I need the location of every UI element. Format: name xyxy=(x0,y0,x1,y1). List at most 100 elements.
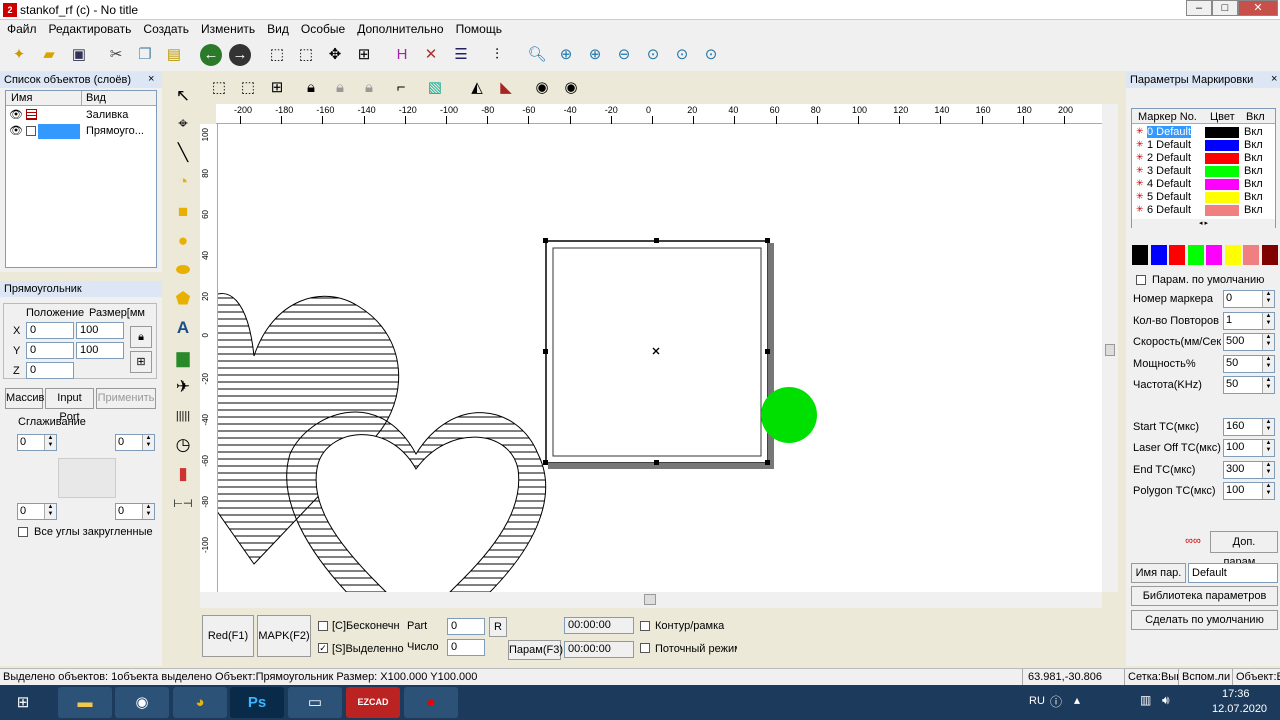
windows-start-icon[interactable]: ⊞ xyxy=(0,687,46,718)
menu-item[interactable]: Помощь xyxy=(449,20,507,36)
input-port-button[interactable]: Input Port xyxy=(45,388,94,423)
ellipse-tool-icon[interactable]: ⬬ xyxy=(170,257,196,283)
col-on[interactable]: Вкл xyxy=(1246,111,1265,123)
list-item[interactable]: 👁︎ Заливка xyxy=(6,108,156,123)
marker-color-swatch[interactable] xyxy=(1205,205,1239,216)
drawing-canvas[interactable] xyxy=(218,124,1102,592)
select-move-icon[interactable]: ✥ xyxy=(324,44,346,66)
menu-item[interactable]: Дополнительно xyxy=(350,20,448,36)
x-field[interactable]: 0 xyxy=(26,322,74,339)
palette-color[interactable] xyxy=(1206,245,1222,265)
paste-icon[interactable]: ▤ xyxy=(163,44,185,66)
layers-icon[interactable]: ▧ xyxy=(424,77,446,99)
scroll-thumb[interactable] xyxy=(644,594,656,605)
marker-on[interactable]: Вкл xyxy=(1244,204,1263,216)
select-all-icon[interactable]: ⊞ xyxy=(353,44,375,66)
marker-on[interactable]: Вкл xyxy=(1244,165,1263,177)
zoom-minus-icon[interactable]: ⊖ xyxy=(613,44,635,66)
menu-item[interactable]: Файл xyxy=(0,20,42,36)
select-group-icon[interactable]: ⬚ xyxy=(266,44,288,66)
explorer-icon[interactable]: ▬ xyxy=(58,687,112,718)
param-button[interactable]: Парам(F3) xyxy=(508,640,563,660)
marker-row[interactable]: ✳ 3 Default Вкл xyxy=(1132,165,1272,178)
marker-color-swatch[interactable] xyxy=(1205,192,1239,203)
preview-eye-icon[interactable]: ◉ xyxy=(531,77,553,99)
param-value-spin[interactable]: 0 ▲ ▼ xyxy=(1223,290,1275,308)
forward-icon[interactable]: → xyxy=(229,44,251,66)
extra-params-button[interactable]: Доп. парам... xyxy=(1210,531,1278,568)
list-icon[interactable]: ☰ xyxy=(450,44,472,66)
param-name-field[interactable]: Default xyxy=(1188,563,1278,583)
default-params-checkbox[interactable] xyxy=(1136,275,1146,285)
table-hscroll[interactable]: ◂ ▸ xyxy=(1132,219,1275,229)
save-icon[interactable]: ▣ xyxy=(68,44,90,66)
infinite-checkbox[interactable] xyxy=(318,621,328,631)
preview-all-icon[interactable]: ◉ xyxy=(560,77,582,99)
lock-icon[interactable]: 🔒︎ xyxy=(130,326,152,348)
back-icon[interactable]: ← xyxy=(200,44,222,66)
language-indicator[interactable]: RU xyxy=(1029,695,1045,707)
zoom-all-icon[interactable]: ⊙ xyxy=(700,44,722,66)
marker-row[interactable]: ✳ 1 Default Вкл xyxy=(1132,139,1272,152)
menu-item[interactable]: Редактировать xyxy=(42,20,137,36)
param-value-spin[interactable]: 300 ▲ ▼ xyxy=(1223,460,1275,479)
anchor-grid-icon[interactable]: ⊞ xyxy=(130,351,152,373)
col-marker-no[interactable]: Маркер No. xyxy=(1138,111,1197,123)
close-button[interactable]: ✕ xyxy=(1238,0,1278,16)
node-edit-icon[interactable]: ⌖ xyxy=(170,111,196,137)
col-color[interactable]: Цвет xyxy=(1210,111,1235,123)
open-folder-icon[interactable]: ▰ xyxy=(38,44,60,66)
tools-icon[interactable]: ✕ xyxy=(420,44,442,66)
marker-on[interactable]: Вкл xyxy=(1244,152,1263,164)
help-icon[interactable]: ⓘ xyxy=(1050,693,1062,710)
vertical-scrollbar[interactable] xyxy=(1102,104,1118,592)
marker-row[interactable]: ✳ 5 Default Вкл xyxy=(1132,191,1272,204)
minimize-button[interactable]: – xyxy=(1186,0,1212,16)
clock-date[interactable]: 12.07.2020 xyxy=(1212,703,1267,715)
marker-on[interactable]: Вкл xyxy=(1244,178,1263,190)
palette-color[interactable] xyxy=(1243,245,1259,265)
chain-icon[interactable]: ∞∞ xyxy=(1178,532,1208,552)
corner-tr-spin[interactable]: 0 ▲ ▼ xyxy=(115,434,155,451)
new-file-icon[interactable]: ✦ xyxy=(8,44,30,66)
tray-up-icon[interactable]: ▴ xyxy=(1074,693,1080,707)
height-field[interactable]: 100 xyxy=(76,342,124,359)
network-icon[interactable]: ▥ xyxy=(1140,693,1151,707)
col-name[interactable]: Имя xyxy=(11,92,32,104)
origin-icon[interactable]: ⌐ xyxy=(390,77,412,99)
library-button[interactable]: Библиотека параметров xyxy=(1131,586,1278,606)
col-type[interactable]: Вид xyxy=(86,92,106,104)
count-field[interactable]: 0 xyxy=(447,639,485,656)
status-obj[interactable]: Объект:В xyxy=(1232,669,1280,685)
record-icon[interactable]: ● xyxy=(404,687,458,718)
corner-bl-spin[interactable]: 0 ▲ ▼ xyxy=(17,503,57,520)
marker-on[interactable]: Вкл xyxy=(1244,191,1263,203)
scroll-thumb[interactable] xyxy=(1105,344,1115,356)
width-field[interactable]: 100 xyxy=(76,322,124,339)
param-value-spin[interactable]: 50 ▲ ▼ xyxy=(1223,354,1275,373)
status-grid[interactable]: Сетка:Вык xyxy=(1124,669,1178,685)
param-value-spin[interactable]: 160 ▲ ▼ xyxy=(1223,418,1275,436)
zoom-sel-icon[interactable]: ⊙ xyxy=(671,44,693,66)
circle-tool-icon[interactable]: ● xyxy=(170,228,196,254)
marker-color-swatch[interactable] xyxy=(1205,127,1239,138)
cut-icon[interactable]: ✂ xyxy=(105,44,127,66)
palette-color[interactable] xyxy=(1224,245,1241,265)
copy-icon[interactable]: ❐ xyxy=(134,44,156,66)
curve-icon[interactable]: ◔ xyxy=(170,169,196,195)
io-icon[interactable]: ▮ xyxy=(170,461,196,487)
array-button[interactable]: Массив xyxy=(5,388,44,409)
polygon-tool-icon[interactable]: ⬟ xyxy=(170,286,196,312)
marker-row[interactable]: ✳ 2 Default Вкл xyxy=(1132,152,1272,165)
align-icon[interactable]: ⫶ xyxy=(486,44,508,66)
media-icon[interactable]: ◉ xyxy=(115,687,169,718)
zoom-in-icon[interactable]: ⊕ xyxy=(555,44,577,66)
hatch-icon[interactable]: H xyxy=(391,44,413,66)
palette-color[interactable] xyxy=(1132,245,1148,265)
select-node-icon[interactable]: ⬚ xyxy=(295,44,317,66)
vector-file-icon[interactable]: ✈ xyxy=(170,374,196,400)
palette-color[interactable] xyxy=(1169,245,1185,265)
unlock-all-icon[interactable]: 🔒︎ xyxy=(358,77,380,99)
corner-tl-spin[interactable]: 0 ▲ ▼ xyxy=(17,434,57,451)
bitmap-tool-icon[interactable]: ▆ xyxy=(170,345,196,371)
